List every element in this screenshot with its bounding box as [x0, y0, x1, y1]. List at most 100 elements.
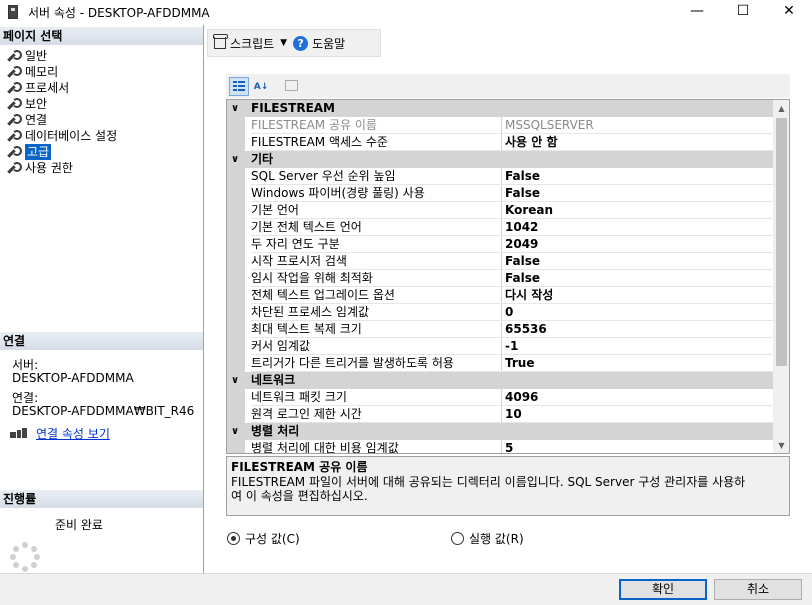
ok-button[interactable]: 확인 [619, 579, 707, 600]
nav-item-label: 사용 권한 [25, 161, 73, 175]
scroll-up-icon[interactable]: ▲ [773, 100, 789, 117]
property-row[interactable]: FILESTREAM 액세스 수준 사용 안 함 [227, 134, 773, 151]
collapse-chevron-icon[interactable]: ∨ [231, 151, 239, 168]
property-name: 두 자리 연도 구분 [251, 236, 500, 253]
categorized-view-button[interactable] [229, 77, 249, 96]
property-row[interactable]: 커서 임계값 -1 [227, 338, 773, 355]
running-value-radio[interactable]: 실행 값(R) [451, 530, 524, 547]
property-value[interactable]: False [501, 185, 773, 202]
scroll-thumb[interactable] [776, 118, 787, 366]
property-row[interactable]: SQL Server 우선 순위 높임 False [227, 168, 773, 185]
grid-vertical-scrollbar[interactable]: ▲ ▼ [773, 100, 789, 453]
property-row[interactable]: 시작 프로시저 검색 False [227, 253, 773, 270]
running-value-label: 실행 값(R) [469, 532, 524, 546]
property-value[interactable]: 1042 [501, 219, 773, 236]
nav-item-3[interactable]: 보안 [6, 96, 47, 112]
property-row[interactable]: FILESTREAM 공유 이름 MSSQLSERVER [227, 117, 773, 134]
connection-label: 연결: [12, 391, 39, 405]
property-name: 트리거가 다른 트리거를 발생하도록 허용 [251, 355, 500, 372]
nav-item-label: 프로세서 [25, 81, 70, 95]
configured-radio-circle[interactable] [227, 532, 240, 545]
script-button[interactable]: 스크립트 ▼ [208, 34, 293, 52]
collapse-chevron-icon[interactable]: ∨ [231, 100, 239, 117]
running-radio-circle[interactable] [451, 532, 464, 545]
category-row[interactable]: ∨ 기타 [227, 151, 773, 168]
property-value[interactable]: 65536 [501, 321, 773, 338]
configured-value-radio[interactable]: 구성 값(C) [227, 530, 300, 547]
nav-item-2[interactable]: 프로세서 [6, 80, 69, 96]
category-name: 네트워크 [251, 373, 296, 387]
configured-value-label: 구성 값(C) [245, 532, 300, 546]
window-title: 서버 속성 - DESKTOP-AFDDMMA [28, 6, 210, 20]
property-row[interactable]: Windows 파이버(경량 풀링) 사용 False [227, 185, 773, 202]
progress-spinner-icon [10, 542, 40, 572]
nav-item-6[interactable]: 고급 [6, 144, 52, 160]
server-value: DESKTOP-AFDDMMA [12, 371, 134, 385]
category-row[interactable]: ∨ 병렬 처리 [227, 423, 773, 440]
property-row[interactable]: 차단된 프로세스 임계값 0 [227, 304, 773, 321]
property-value[interactable]: 10 [501, 406, 773, 423]
cancel-button[interactable]: 취소 [714, 579, 802, 600]
property-value[interactable]: 사용 안 함 [501, 134, 773, 151]
property-row[interactable]: 기본 언어 Korean [227, 202, 773, 219]
sort-az-icon: A↓ [253, 82, 269, 92]
property-value[interactable]: 4096 [501, 389, 773, 406]
minimize-button[interactable]: — [674, 0, 720, 24]
property-value[interactable]: False [501, 168, 773, 185]
property-value[interactable]: 다시 작성 [501, 287, 773, 304]
property-value[interactable]: -1 [501, 338, 773, 355]
script-dropdown-icon[interactable]: ▼ [280, 38, 287, 48]
alphabetical-sort-button[interactable]: A↓ [251, 77, 271, 96]
property-pages-button[interactable] [281, 77, 301, 96]
property-value[interactable]: False [501, 253, 773, 270]
left-pane: 페이지 선택 일반 메모리 프로세서 보안 연결 데이터베이스 설정 고급 사용 권한 연결 … [0, 25, 204, 573]
property-pages-icon [284, 80, 298, 91]
property-row[interactable]: 병렬 처리에 대한 비용 임계값 5 [227, 440, 773, 453]
collapse-chevron-icon[interactable]: ∨ [231, 423, 239, 440]
title-bar: 서버 속성 - DESKTOP-AFDDMMA — ☐ ✕ [0, 0, 812, 24]
property-row[interactable]: 트리거가 다른 트리거를 발생하도록 허용 True [227, 355, 773, 372]
property-value[interactable]: 0 [501, 304, 773, 321]
help-label: 도움말 [312, 36, 346, 51]
connection-header: 연결 [0, 332, 203, 350]
property-grid-toolbar: A↓ [226, 74, 790, 98]
property-row[interactable]: 두 자리 연도 구분 2049 [227, 236, 773, 253]
connection-value: DESKTOP-AFDDMMA₩BIT_R46 [12, 404, 195, 418]
nav-item-1[interactable]: 메모리 [6, 64, 58, 80]
view-connection-properties-link[interactable]: 연결 속성 보기 [36, 425, 110, 442]
close-button[interactable]: ✕ [766, 0, 812, 24]
property-value[interactable]: Korean [501, 202, 773, 219]
collapse-chevron-icon[interactable]: ∨ [231, 372, 239, 389]
nav-item-4[interactable]: 연결 [6, 112, 47, 128]
property-grid-container: A↓ ∨ FILESTREAM FILESTREAM 공유 이름 MSSQLSERVE… [226, 74, 790, 454]
category-row[interactable]: ∨ FILESTREAM [227, 100, 773, 117]
property-row[interactable]: 원격 로그인 제한 시간 10 [227, 406, 773, 423]
property-name: 기본 언어 [251, 202, 500, 219]
help-button[interactable]: ? 도움말 [293, 35, 345, 52]
property-value[interactable]: True [501, 355, 773, 372]
help-icon: ? [293, 35, 309, 51]
nav-item-7[interactable]: 사용 권한 [6, 160, 73, 176]
category-row[interactable]: ∨ 네트워크 [227, 372, 773, 389]
maximize-button[interactable]: ☐ [720, 0, 766, 24]
property-row[interactable]: 최대 텍스트 복제 크기 65536 [227, 321, 773, 338]
wrench-icon [6, 129, 22, 143]
nav-item-0[interactable]: 일반 [6, 48, 47, 64]
property-value[interactable]: False [501, 270, 773, 287]
property-row[interactable]: 전체 텍스트 업그레이드 옵션 다시 작성 [227, 287, 773, 304]
nav-item-5[interactable]: 데이터베이스 설정 [6, 128, 117, 144]
property-row[interactable]: 기본 전체 텍스트 언어 1042 [227, 219, 773, 236]
property-name: FILESTREAM 액세스 수준 [251, 134, 500, 151]
property-name: 전체 텍스트 업그레이드 옵션 [251, 287, 500, 304]
page-select-header: 페이지 선택 [0, 27, 203, 45]
property-row[interactable]: 네트워크 패킷 크기 4096 [227, 389, 773, 406]
property-value[interactable]: 5 [501, 440, 773, 453]
view-connection-properties[interactable]: 연결 속성 보기 [10, 425, 110, 442]
wrench-icon [6, 113, 22, 127]
property-row[interactable]: 임시 작업을 위해 최적화 False [227, 270, 773, 287]
categorized-icon [233, 81, 245, 92]
property-value[interactable]: 2049 [501, 236, 773, 253]
scroll-down-icon[interactable]: ▼ [773, 437, 789, 453]
description-title: FILESTREAM 공유 이름 [231, 460, 368, 474]
property-value[interactable]: MSSQLSERVER [501, 117, 773, 134]
